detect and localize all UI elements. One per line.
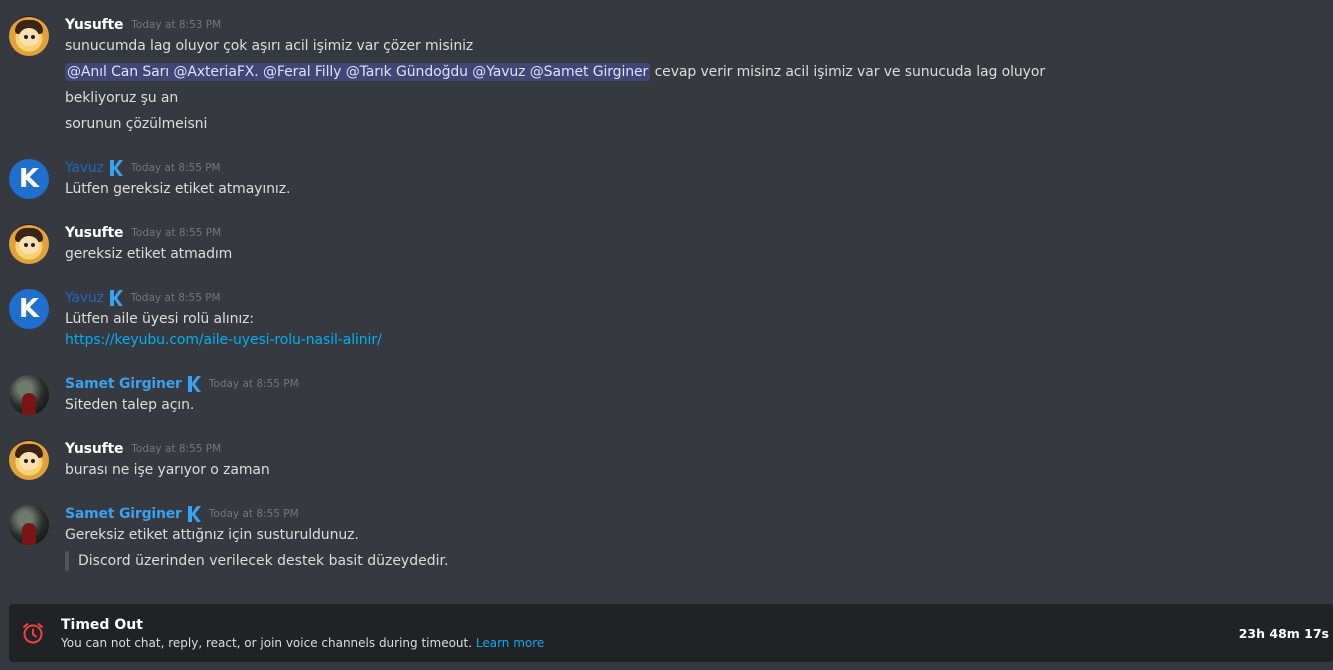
author-name[interactable]: Samet Girginer	[65, 506, 182, 522]
message-text: sunucumda lag oluyor çok aşırı acil işim…	[65, 38, 474, 54]
avatar-eye	[24, 243, 28, 247]
avatar-face	[19, 28, 39, 46]
author-name[interactable]: Yusufte	[65, 441, 123, 457]
message-timestamp[interactable]: Today at 8:55 PM	[131, 227, 221, 239]
k-logo-icon: K	[18, 164, 40, 194]
message-header: Samet Girginer Today at 8:55 PM	[65, 504, 299, 524]
timeout-description: You can not chat, reply, react, or join …	[61, 636, 544, 650]
message-timestamp[interactable]: Today at 8:55 PM	[131, 443, 221, 455]
clock-alert-icon	[21, 621, 45, 645]
message-text: Lütfen aile üyesi rolü alınız:	[65, 311, 255, 327]
timeout-description-text: You can not chat, reply, react, or join …	[61, 636, 473, 650]
author-name[interactable]: Samet Girginer	[65, 376, 182, 392]
message-header: Yusufte Today at 8:55 PM	[65, 439, 221, 459]
message-header: Yavuz Today at 8:55 PM	[65, 158, 221, 178]
avatar-face	[19, 452, 39, 470]
message-group: K Yavuz Today at 8:55 PM Lütfen aile üye…	[0, 287, 1333, 357]
avatar-yusufte[interactable]	[9, 224, 49, 264]
message-text: Gereksiz etiket attığnız için susturuldu…	[65, 527, 359, 543]
k-logo-icon	[109, 289, 123, 307]
timeout-remaining: 23h 48m 17s	[1238, 626, 1329, 641]
message-header: Yavuz Today at 8:55 PM	[65, 288, 221, 308]
message-group: Yusufte Today at 8:55 PM burası ne işe y…	[0, 438, 1333, 483]
avatar-eye	[31, 243, 35, 247]
user-mention[interactable]: @Yavuz	[472, 64, 525, 80]
author-name[interactable]: Yavuz	[65, 290, 104, 306]
message-text: Lütfen gereksiz etiket atmayınız.	[65, 181, 291, 197]
message-group: Samet Girginer Today at 8:55 PM Siteden …	[0, 373, 1333, 418]
mentions-line: @Anıl Can Sarı @AxteriaFX. @Feral Filly …	[65, 63, 1046, 81]
message-text: Siteden talep açın.	[65, 397, 195, 413]
message-group: Samet Girginer Today at 8:55 PM Gereksiz…	[0, 503, 1333, 578]
message-text: gereksiz etiket atmadım	[65, 246, 233, 262]
avatar-yavuz[interactable]: K	[9, 159, 49, 199]
timeout-title: Timed Out	[61, 617, 143, 633]
message-timestamp[interactable]: Today at 8:55 PM	[209, 508, 299, 520]
user-mention[interactable]: @Feral Filly	[263, 64, 341, 80]
message-header: Yusufte Today at 8:53 PM	[65, 15, 221, 35]
message-timestamp[interactable]: Today at 8:53 PM	[131, 19, 221, 31]
avatar-samet-girginer[interactable]	[9, 505, 49, 545]
author-name[interactable]: Yusufte	[65, 225, 123, 241]
message-timestamp[interactable]: Today at 8:55 PM	[131, 292, 221, 304]
user-mention[interactable]: @AxteriaFX.	[173, 64, 258, 80]
message-header: Yusufte Today at 8:55 PM	[65, 223, 221, 243]
user-mention[interactable]: @Anıl Can Sarı	[67, 64, 169, 80]
user-mention[interactable]: @Samet Girginer	[530, 64, 649, 80]
user-mention[interactable]: @Tarık Gündoğdu	[346, 64, 468, 80]
learn-more-link[interactable]: Learn more	[476, 636, 544, 650]
k-logo-icon: K	[18, 294, 40, 324]
avatar-eye	[31, 35, 35, 39]
avatar-eye	[31, 459, 35, 463]
avatar-yusufte[interactable]	[9, 440, 49, 480]
message-timestamp[interactable]: Today at 8:55 PM	[209, 378, 299, 390]
avatar-samet-girginer[interactable]	[9, 375, 49, 415]
mentions-group: @Anıl Can Sarı @AxteriaFX. @Feral Filly …	[65, 63, 651, 81]
message-group: K Yavuz Today at 8:55 PM Lütfen gereksiz…	[0, 157, 1333, 202]
message-header: Samet Girginer Today at 8:55 PM	[65, 374, 299, 394]
message-group: Yusufte Today at 8:55 PM gereksiz etiket…	[0, 222, 1333, 267]
avatar-figure	[22, 393, 36, 415]
blockquote-text: Discord üzerinden verilecek destek basit…	[78, 553, 449, 569]
message-text: burası ne işe yarıyor o zaman	[65, 462, 270, 478]
avatar-yavuz[interactable]: K	[9, 289, 49, 329]
avatar-eye	[24, 35, 28, 39]
k-logo-icon	[187, 505, 201, 523]
avatar-figure	[22, 523, 36, 545]
k-logo-icon	[109, 159, 123, 177]
avatar-yusufte[interactable]	[9, 16, 49, 56]
timeout-notice: Timed Out You can not chat, reply, react…	[9, 604, 1333, 662]
message-text: bekliyoruz şu an	[65, 90, 179, 106]
message-group: Yusufte Today at 8:53 PM sunucumda lag o…	[0, 14, 1333, 139]
message-text: sorunun çözülmeisni	[65, 116, 208, 132]
message-link[interactable]: https://keyubu.com/aile-uyesi-rolu-nasil…	[65, 332, 382, 348]
avatar-eye	[24, 459, 28, 463]
avatar-face	[19, 236, 39, 254]
k-logo-icon	[187, 375, 201, 393]
message-timestamp[interactable]: Today at 8:55 PM	[131, 162, 221, 174]
author-name[interactable]: Yavuz	[65, 160, 104, 176]
message-text: cevap verir misinz acil işimiz var ve su…	[654, 64, 1046, 80]
author-name[interactable]: Yusufte	[65, 17, 123, 33]
